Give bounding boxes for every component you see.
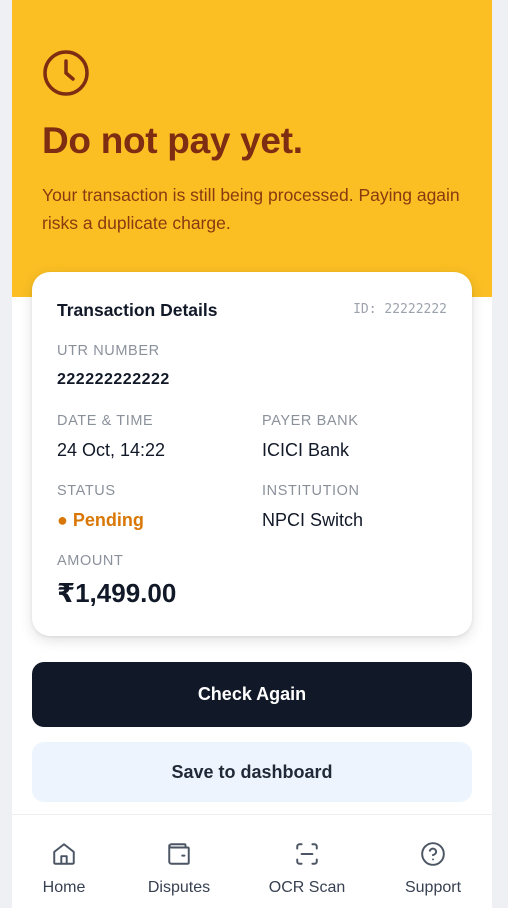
help-circle-icon bbox=[421, 842, 445, 866]
datetime-label: DATE & TIME bbox=[57, 413, 154, 429]
datetime-value: 24 Oct, 14:22 bbox=[57, 440, 166, 460]
bottom-nav: Home Disputes OCR Scan Support bbox=[12, 814, 492, 908]
nav-label-disputes: Disputes bbox=[147, 879, 211, 896]
card-title: Transaction Details bbox=[57, 300, 218, 320]
institution-value: NPCI Switch bbox=[262, 510, 364, 530]
warning-message: Your transaction is still being processe… bbox=[42, 185, 460, 233]
app-screen: Do not pay yet. Your transaction is stil… bbox=[12, 0, 492, 908]
page-title: Do not pay yet. bbox=[42, 120, 303, 161]
clock-icon bbox=[43, 50, 89, 96]
transaction-id: ID: 22222222 bbox=[353, 302, 447, 317]
nav-item-ocr-scan[interactable]: OCR Scan bbox=[252, 815, 362, 908]
save-to-dashboard-button[interactable]: Save to dashboard bbox=[32, 742, 472, 802]
payer-bank-label: PAYER BANK bbox=[262, 413, 359, 429]
scan-icon bbox=[296, 843, 318, 865]
nav-label-ocr-scan: OCR Scan bbox=[268, 879, 346, 896]
home-icon bbox=[53, 843, 75, 865]
utr-value: 222222222222 bbox=[57, 371, 170, 388]
nav-label-support: Support bbox=[404, 879, 462, 896]
utr-label: UTR NUMBER bbox=[57, 343, 160, 359]
nav-item-support[interactable]: Support bbox=[378, 815, 488, 908]
institution-label: INSTITUTION bbox=[262, 483, 360, 499]
nav-label-home: Home bbox=[42, 879, 86, 896]
status-badge: ● Pending bbox=[57, 510, 144, 530]
status-label: STATUS bbox=[57, 483, 116, 499]
amount-label: AMOUNT bbox=[57, 553, 124, 569]
amount-value: ₹1,499.00 bbox=[57, 578, 177, 608]
wallet-icon bbox=[168, 843, 190, 865]
check-again-button[interactable]: Check Again bbox=[32, 662, 472, 727]
nav-item-disputes[interactable]: Disputes bbox=[124, 815, 234, 908]
warning-banner: Do not pay yet. Your transaction is stil… bbox=[12, 0, 492, 297]
transaction-details-card: Transaction Details ID: 22222222 UTR NUM… bbox=[32, 272, 472, 636]
nav-item-home[interactable]: Home bbox=[12, 815, 119, 908]
payer-bank-value: ICICI Bank bbox=[262, 440, 350, 460]
